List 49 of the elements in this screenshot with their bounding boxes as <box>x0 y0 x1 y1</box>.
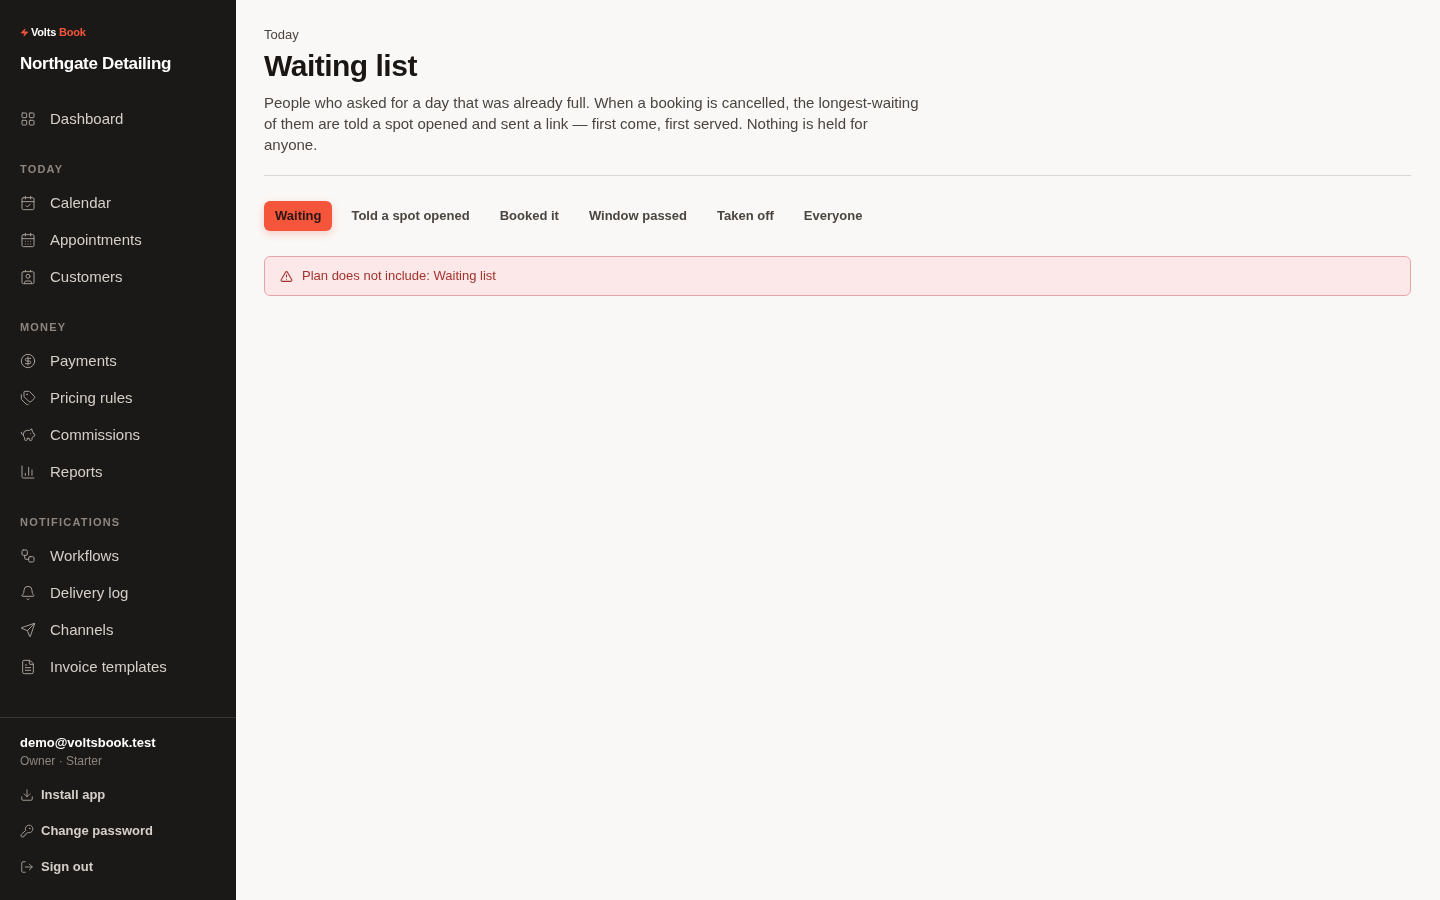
filter-tab[interactable]: Everyone <box>792 201 874 231</box>
page-title: Waiting list <box>264 48 418 84</box>
page-eyebrow: Today <box>264 26 300 44</box>
account-role: Owner · Starter <box>20 753 104 770</box>
nav-item[interactable]: Dashboard <box>0 100 236 138</box>
filter-tab[interactable]: Waiting <box>264 201 333 231</box>
nav-item[interactable]: Calendar <box>0 184 236 222</box>
lightning-icon <box>20 25 29 39</box>
nav-item[interactable]: Workflows <box>0 537 236 575</box>
grid-icon <box>20 111 36 127</box>
document-icon <box>20 659 36 675</box>
contact-card-icon <box>20 269 36 285</box>
dollar-coin-icon <box>20 353 36 369</box>
nav-item[interactable]: Channels <box>0 611 236 649</box>
nav-item[interactable]: Appointments <box>0 221 236 259</box>
account-email: demo@voltsbook.test <box>20 734 157 752</box>
filter-tab[interactable]: Window passed <box>577 201 698 231</box>
page-description: People who asked for a day that was already full. When a booking is cancelled, the longest-waiting of them are told a spot opened and sent a link — first come, first served. Nothing is held for anyone. <box>264 92 920 155</box>
business-name: Northgate Detailing <box>20 53 173 75</box>
send-icon <box>20 622 36 638</box>
nav-item[interactable]: Commissions <box>0 416 236 454</box>
warning-icon <box>280 269 293 283</box>
nav-item[interactable]: Delivery log <box>0 574 236 612</box>
filter-tab[interactable]: Told a spot opened <box>340 201 481 231</box>
nav-item[interactable]: Pricing rules <box>0 379 236 417</box>
key-icon <box>20 824 34 838</box>
workflow-icon <box>20 548 36 564</box>
section-heading: NOTIFICATIONS <box>20 515 122 528</box>
account-action-link[interactable]: Sign out <box>20 849 216 885</box>
sign-out-icon <box>20 860 34 874</box>
logo-text: Volts Book <box>31 25 86 39</box>
filter-tab[interactable]: Taken off <box>706 201 785 231</box>
section-heading: TODAY <box>20 162 65 175</box>
calendar-check-icon <box>20 195 36 211</box>
account-action-link[interactable]: Change password <box>20 813 216 849</box>
calendar-icon <box>20 232 36 248</box>
alert-message: Plan does not include: Waiting list <box>302 267 496 286</box>
nav-item[interactable]: Customers <box>0 258 236 296</box>
bell-icon <box>20 585 36 601</box>
section-heading: MONEY <box>20 320 68 333</box>
nav-item[interactable]: Invoice templates <box>0 648 236 686</box>
nav-item[interactable]: Reports <box>0 453 236 491</box>
bar-chart-icon <box>20 464 36 480</box>
filter-tab[interactable]: Booked it <box>488 201 570 231</box>
nav-item[interactable]: Payments <box>0 342 236 380</box>
piggy-bank-icon <box>20 427 36 443</box>
tags-icon <box>20 390 36 406</box>
download-icon <box>20 788 34 802</box>
account-action-link[interactable]: Install app <box>20 777 216 813</box>
